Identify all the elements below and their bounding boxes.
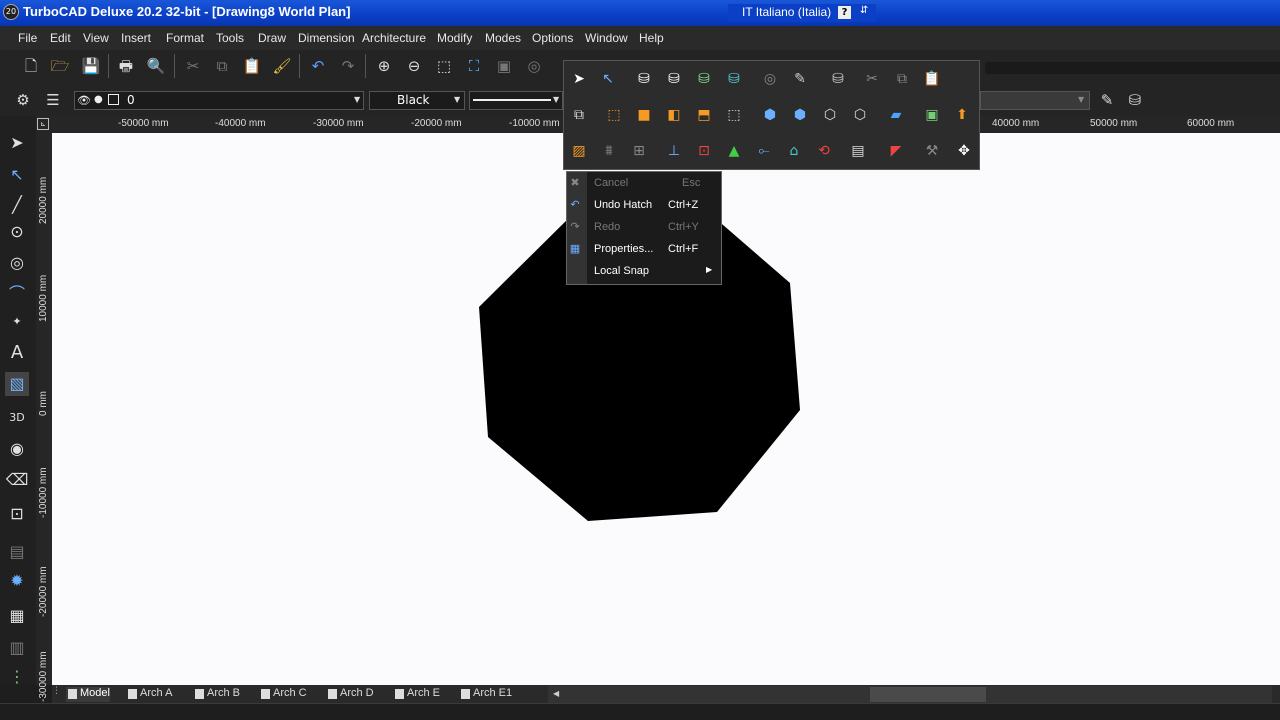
layer-stack-icon[interactable]: ⛁	[632, 67, 656, 91]
hatch-pattern-icon[interactable]: ⩩	[597, 139, 621, 163]
redo-icon: ↷	[570, 220, 580, 233]
tab-label: Model	[80, 687, 110, 699]
menu-item-redo[interactable]: Redo	[594, 221, 620, 233]
box-icon[interactable]: ⬚	[602, 103, 626, 127]
tab-label: Arch E1	[473, 687, 513, 699]
copy-object-icon[interactable]: ⧉	[567, 103, 591, 127]
tab-label: Arch E	[407, 687, 441, 699]
link-icon[interactable]: ⟜	[752, 139, 776, 163]
menu-item-local-snap[interactable]: Local Snap	[594, 265, 649, 277]
sheet-tab-icon	[461, 689, 470, 699]
box-solid-icon[interactable]: ■	[632, 103, 656, 127]
tab-arch-e[interactable]: Arch E	[393, 687, 440, 702]
tool-flyout-icon[interactable]: ⚒	[920, 139, 944, 163]
menu-item-cancel[interactable]: Cancel	[594, 177, 628, 189]
select-arrow-icon[interactable]: ➤	[567, 67, 591, 91]
tab-label: Arch D	[340, 687, 374, 699]
scroll-left-icon[interactable]: ◀	[553, 689, 559, 698]
tab-model[interactable]: Model	[66, 687, 110, 702]
sheet-tab-icon	[128, 689, 137, 699]
edit-tool-icon[interactable]: ↖	[596, 67, 620, 91]
cube-wire-icon[interactable]: ⬡	[818, 103, 842, 127]
shortcut-label: Ctrl+F	[668, 243, 699, 255]
rotate-icon[interactable]: ⟲	[812, 139, 836, 163]
axis-icon[interactable]: ⊥	[662, 139, 686, 163]
tab-label: Arch A	[140, 687, 173, 699]
page-icon[interactable]: ▤	[846, 139, 870, 163]
box-top-icon[interactable]: ⬒	[692, 103, 716, 127]
pyramid-icon[interactable]: ▲	[722, 139, 746, 163]
cube-front-icon[interactable]: ⬢	[788, 103, 812, 127]
model-tab-icon	[68, 689, 77, 699]
tab-label: Arch C	[273, 687, 307, 699]
render-icon[interactable]: ◎	[758, 67, 782, 91]
cube-icon[interactable]: ⬢	[758, 103, 782, 127]
house-icon[interactable]: ⌂	[782, 139, 806, 163]
scrollbar-thumb[interactable]	[870, 687, 986, 702]
move-icon[interactable]: ✥	[952, 139, 976, 163]
sheet-tab-icon	[395, 689, 404, 699]
paste-icon[interactable]: 📋	[920, 67, 944, 91]
x-icon: ✖	[570, 176, 580, 189]
hatch-icon[interactable]: ▨	[567, 139, 591, 163]
shortcut-label: Ctrl+Y	[668, 221, 699, 233]
pointer-red-icon[interactable]: ◤	[884, 139, 908, 163]
tab-arch-b[interactable]: Arch B	[193, 687, 240, 702]
shortcut-label: Esc	[682, 177, 701, 189]
workplane-icon[interactable]: ▣	[920, 103, 944, 127]
layer-stack-icon[interactable]: ⛁	[662, 67, 686, 91]
grid-dots-icon[interactable]: ⊞	[627, 139, 651, 163]
up-arrow-icon[interactable]: ⬆	[950, 103, 974, 127]
tab-label: Arch B	[207, 687, 241, 699]
menu-item-undo-hatch[interactable]: Undo Hatch	[594, 199, 652, 211]
shortcut-label: Ctrl+Z	[668, 199, 699, 211]
tab-arch-d[interactable]: Arch D	[326, 687, 374, 702]
sheet-tab-icon	[261, 689, 270, 699]
tab-arch-e1[interactable]: Arch E1	[459, 687, 512, 702]
submenu-arrow-icon: ▶	[706, 265, 713, 274]
status-bar	[0, 703, 1280, 720]
measure-icon[interactable]: ✎	[788, 67, 812, 91]
tab-arch-c[interactable]: Arch C	[259, 687, 307, 702]
properties-icon: ▦	[569, 242, 581, 255]
tab-arch-a[interactable]: Arch A	[126, 687, 172, 702]
sheet-tab-icon	[328, 689, 337, 699]
layer-stack-green-icon[interactable]: ⛁	[692, 67, 716, 91]
undo-icon: ↶	[570, 198, 580, 211]
layer-stack-cyan-icon[interactable]: ⛁	[722, 67, 746, 91]
box-side-icon[interactable]: ◧	[662, 103, 686, 127]
properties-icon[interactable]: ⛁	[826, 67, 850, 91]
tab-scroll-icon[interactable]: ⋮	[52, 686, 62, 702]
box-wire-icon[interactable]: ⬚	[722, 103, 746, 127]
menu-item-properties[interactable]: Properties...	[594, 243, 653, 255]
copy-icon[interactable]: ⧉	[890, 67, 914, 91]
square-target-icon[interactable]: ⊡	[692, 139, 716, 163]
plane-icon[interactable]: ▰	[884, 103, 908, 127]
cut-icon[interactable]: ✂	[860, 67, 884, 91]
sheet-tab-icon	[195, 689, 204, 699]
cube-iso-icon[interactable]: ⬡	[848, 103, 872, 127]
